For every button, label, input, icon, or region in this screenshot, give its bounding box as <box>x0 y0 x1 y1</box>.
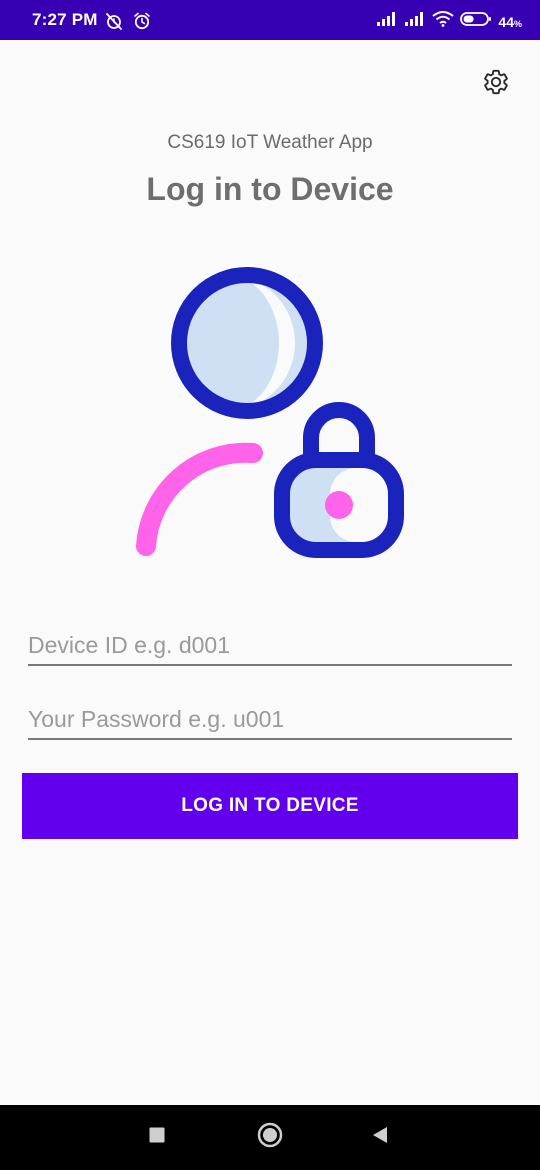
lock-keyhole <box>325 491 353 519</box>
app-name: CS619 IoT Weather App <box>167 132 373 153</box>
battery-icon <box>460 11 492 32</box>
back-button[interactable] <box>364 1121 396 1153</box>
user-lock-illustration <box>130 262 410 564</box>
alarm-icon <box>132 11 152 36</box>
status-time: 7:27 PM <box>32 10 98 29</box>
device-id-input[interactable] <box>28 626 512 666</box>
home-button[interactable] <box>254 1121 286 1153</box>
navigation-bar <box>0 1105 540 1170</box>
recents-button[interactable] <box>141 1121 173 1153</box>
signal-icon <box>376 11 398 32</box>
wifi-icon <box>432 11 455 32</box>
gear-icon <box>482 68 510 101</box>
log-in-button[interactable]: LOG IN TO DEVICE <box>22 773 518 839</box>
status-right-icons: 44% <box>376 11 522 32</box>
battery-percent: 44% <box>498 13 522 30</box>
password-input[interactable] <box>28 700 512 740</box>
page-title: Log in to Device <box>146 171 394 207</box>
status-bar: 7:27 PM 44% <box>0 0 540 40</box>
alarm-off-icon <box>104 11 124 36</box>
status-left-icons <box>104 11 152 36</box>
signal-icon <box>404 11 426 32</box>
recents-icon <box>148 1126 166 1149</box>
user-shoulder-arc <box>136 442 263 556</box>
settings-button[interactable] <box>480 68 512 100</box>
back-icon <box>370 1125 390 1150</box>
home-icon <box>256 1121 284 1154</box>
